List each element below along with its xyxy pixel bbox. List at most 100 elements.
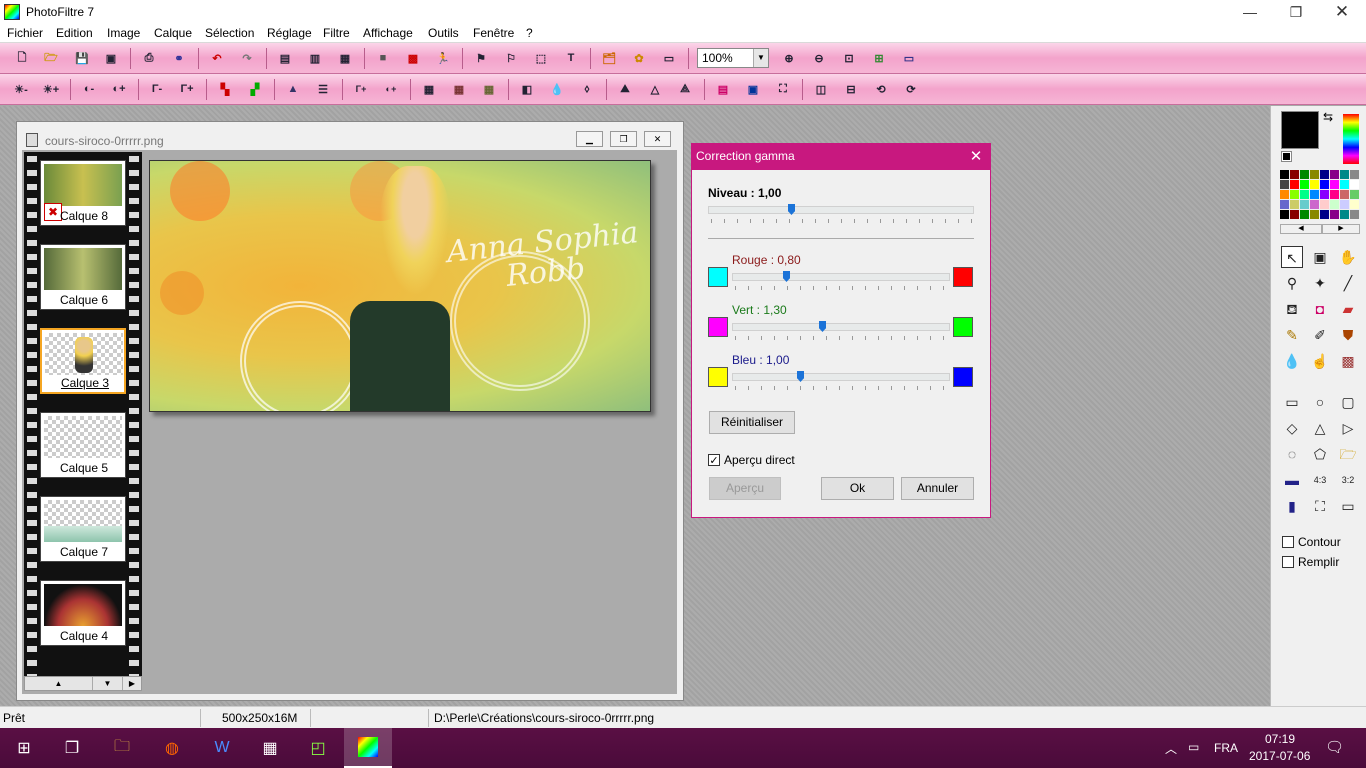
arrow-shape-icon[interactable]: ▷ <box>1337 417 1359 439</box>
palette-swatch[interactable] <box>1330 180 1339 189</box>
image-minimize-button[interactable]: ▁ <box>576 131 603 147</box>
eraser-icon[interactable]: ▰ <box>1337 298 1359 320</box>
fit-window-icon[interactable]: ⊞ <box>870 49 888 67</box>
spray-icon[interactable]: ◘ <box>1309 298 1331 320</box>
rotate-right-icon[interactable]: ⟳ <box>902 80 920 98</box>
palette-swatch[interactable] <box>1280 180 1289 189</box>
magic-wand-icon[interactable]: ✦ <box>1309 272 1331 294</box>
gamma-plus-icon[interactable]: Γ+ <box>178 80 196 98</box>
palette-swatch[interactable] <box>1310 180 1319 189</box>
lasso-icon[interactable]: ◌ <box>1281 443 1303 465</box>
diamond-shape-icon[interactable]: ◇ <box>1281 417 1303 439</box>
saturation-minus-icon[interactable]: ▚ <box>216 80 234 98</box>
hand-tool-icon[interactable]: ✋ <box>1337 246 1359 268</box>
balance-icon[interactable]: ☰ <box>314 80 332 98</box>
layer-thumb-calque-7[interactable]: Calque 7 <box>40 496 126 562</box>
selection-icon[interactable]: ⬚ <box>532 49 550 67</box>
fill-checkbox[interactable] <box>1282 556 1294 568</box>
notifications-icon[interactable]: 🗨 <box>1325 738 1344 756</box>
swap-colors-icon[interactable]: ⇆ <box>1323 110 1333 124</box>
firefox-icon[interactable]: ◍ <box>148 728 196 768</box>
menu-reglage[interactable]: Réglage <box>267 26 312 40</box>
rectangle-shape-icon[interactable]: ▭ <box>1281 391 1303 413</box>
palette-swatch[interactable] <box>1330 190 1339 199</box>
flip-horizontal-icon[interactable]: ◫ <box>812 80 830 98</box>
brightness-minus-icon[interactable]: ☀- <box>12 80 30 98</box>
palette-swatch[interactable] <box>1310 210 1319 219</box>
close-button[interactable]: ✕ <box>1319 0 1365 24</box>
outline-checkbox[interactable] <box>1282 536 1294 548</box>
line-tool-icon[interactable]: ╱ <box>1337 272 1359 294</box>
palette-swatch[interactable] <box>1300 170 1309 179</box>
language-indicator[interactable]: FRA <box>1214 741 1238 755</box>
ratio-43-icon[interactable]: 4:3 <box>1309 469 1331 491</box>
palette-swatch[interactable] <box>1340 200 1349 209</box>
palette-swatch[interactable] <box>1340 180 1349 189</box>
scroll-up-button[interactable]: ▲ <box>25 677 93 690</box>
contrast-minus-icon[interactable]: ◐- <box>80 80 98 98</box>
scan-icon[interactable]: ⚭ <box>170 49 188 67</box>
live-preview-checkbox[interactable]: ✓ <box>708 454 720 467</box>
calculator-icon[interactable]: ▦ <box>246 728 294 768</box>
palette-swatch[interactable] <box>1340 210 1349 219</box>
polygon-icon[interactable]: ⬠ <box>1309 443 1331 465</box>
brightness-plus-icon[interactable]: ☀+ <box>42 80 60 98</box>
task-view-icon[interactable]: ❐ <box>48 728 96 768</box>
palette-swatch[interactable] <box>1310 190 1319 199</box>
palette-swatch[interactable] <box>1290 210 1299 219</box>
tray-chevron-icon[interactable]: ︿ <box>1165 740 1177 757</box>
file-explorer-icon[interactable]: 🗀 <box>98 728 146 768</box>
text-icon[interactable]: T <box>562 49 580 67</box>
preview-button[interactable]: Aperçu <box>709 477 781 500</box>
menu-edition[interactable]: Edition <box>56 26 93 40</box>
brush-icon[interactable]: ✎ <box>1281 324 1303 346</box>
plugins-icon[interactable]: ✿ <box>630 49 648 67</box>
palette-swatch[interactable] <box>1340 190 1349 199</box>
layer-thumb-calque-4[interactable]: Calque 4 <box>40 580 126 646</box>
rounded-rect-icon[interactable]: ▢ <box>1337 391 1359 413</box>
palette-swatch[interactable] <box>1320 190 1329 199</box>
palette-swatch[interactable] <box>1280 170 1289 179</box>
flip-vertical-icon[interactable]: ⊟ <box>842 80 860 98</box>
menu-outils[interactable]: Outils <box>428 26 459 40</box>
image-tool-icon[interactable]: ▣ <box>1309 246 1331 268</box>
dialog-close-icon[interactable]: ✕ <box>962 144 990 170</box>
image-maximize-button[interactable]: ❐ <box>610 131 637 147</box>
palette-swatch[interactable] <box>1320 180 1329 189</box>
ellipse-shape-icon[interactable]: ○ <box>1309 391 1331 413</box>
undo-icon[interactable]: ↶ <box>208 49 226 67</box>
color-spectrum[interactable] <box>1343 114 1359 164</box>
palette-swatch[interactable] <box>1320 200 1329 209</box>
palette-swatch[interactable] <box>1290 190 1299 199</box>
palette-swatch[interactable] <box>1340 170 1349 179</box>
word-icon[interactable]: W <box>198 728 246 768</box>
save-as-icon[interactable]: ▣ <box>102 49 120 67</box>
save-icon[interactable]: 💾 <box>73 49 91 67</box>
palette-swatch[interactable] <box>1280 190 1289 199</box>
palette-swatch[interactable] <box>1320 170 1329 179</box>
palette-swatch[interactable] <box>1350 210 1359 219</box>
fade-icon[interactable]: ▣ <box>744 80 762 98</box>
palette-swatch[interactable] <box>1330 170 1339 179</box>
cancel-button[interactable]: Annuler <box>901 477 974 500</box>
soften-icon[interactable]: 💧 <box>548 80 566 98</box>
sepia-icon[interactable]: ▦ <box>450 80 468 98</box>
zoom-out-icon[interactable]: ⊖ <box>810 49 828 67</box>
palette-swatch[interactable] <box>1300 210 1309 219</box>
new-file-icon[interactable]: 🗋 <box>13 49 31 67</box>
palette-swatch[interactable] <box>1280 200 1289 209</box>
palette-swatch[interactable] <box>1300 190 1309 199</box>
open-folder-icon[interactable]: 🗁 <box>42 49 60 67</box>
app-green-icon[interactable]: ◰ <box>294 728 342 768</box>
red-slider[interactable] <box>732 273 950 281</box>
scroll-down-button[interactable]: ▼ <box>93 677 123 690</box>
fill-layer-icon[interactable]: ■ <box>374 49 392 67</box>
menu-image[interactable]: Image <box>107 26 140 40</box>
clone-image-icon[interactable]: ▩ <box>1337 350 1359 372</box>
pointer-tool-icon[interactable]: ↖ <box>1281 246 1303 268</box>
green-slider[interactable] <box>732 323 950 331</box>
photofiltre-task-icon[interactable] <box>344 728 392 768</box>
menu-fichier[interactable]: Fichier <box>7 26 43 40</box>
saturation-plus-icon[interactable]: ▞ <box>246 80 264 98</box>
maximize-button[interactable]: ❐ <box>1273 0 1319 24</box>
